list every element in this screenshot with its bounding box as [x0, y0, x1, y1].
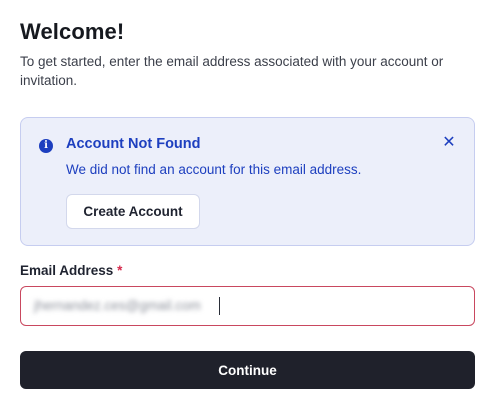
info-circle-icon: i — [39, 139, 53, 153]
email-label: Email Address * — [20, 263, 122, 278]
page-title: Welcome! — [20, 19, 125, 44]
close-icon[interactable]: ✕ — [440, 134, 458, 152]
page-subtitle: To get started, enter the email address … — [20, 54, 444, 88]
text-caret — [219, 297, 220, 315]
continue-button[interactable]: Continue — [20, 351, 475, 389]
alert-title: Account Not Found — [66, 136, 201, 152]
required-asterisk: * — [117, 263, 123, 278]
create-account-button[interactable]: Create Account — [66, 194, 200, 229]
email-field[interactable]: jhernandez.ces@gmail.com — [20, 286, 475, 326]
alert-message: We did not find an account for this emai… — [66, 162, 362, 177]
login-page: Welcome! To get started, enter the email… — [0, 0, 494, 405]
email-value: jhernandez.ces@gmail.com — [34, 298, 201, 313]
email-label-text: Email Address — [20, 263, 114, 278]
account-not-found-alert: i Account Not Found ✕ We did not find an… — [20, 117, 475, 246]
